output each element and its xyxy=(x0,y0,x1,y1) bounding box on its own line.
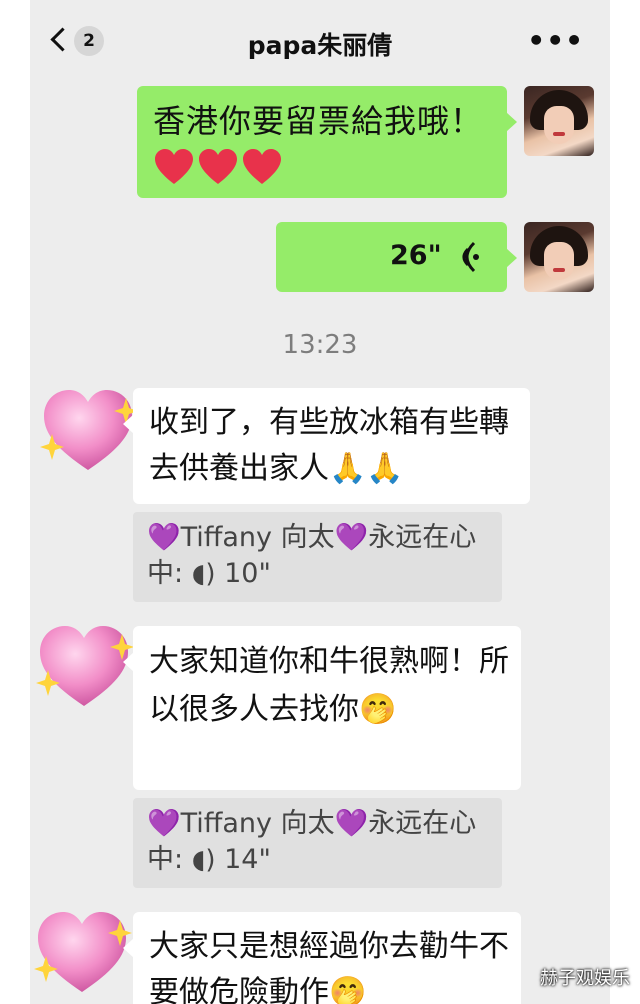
message-text: 大家知道你和牛很熟啊！所以很多人去找你🤭 xyxy=(149,644,509,727)
contact-avatar[interactable] xyxy=(32,904,132,1004)
heart-icon xyxy=(40,626,128,706)
my-avatar[interactable] xyxy=(524,86,594,156)
chat-screen: 2 papa朱丽倩 ••• 香港你要留票給我哦！ 26" 13:23 收到了，有… xyxy=(30,0,610,1004)
back-button[interactable]: 2 xyxy=(50,26,104,62)
purple-heart-icon: 💜 xyxy=(147,522,181,553)
contact-avatar[interactable] xyxy=(34,618,134,718)
incoming-message[interactable]: 大家知道你和牛很熟啊！所以很多人去找你🤭 xyxy=(123,626,521,790)
chevron-left-icon xyxy=(50,27,75,52)
timestamp: 13:23 xyxy=(282,330,358,360)
unread-count-badge: 2 xyxy=(74,26,104,56)
quote-sender-suffix: 永远在心 xyxy=(368,808,477,839)
voice-wave-icon: ◖) xyxy=(191,559,216,589)
red-heart-icon xyxy=(155,149,193,184)
quoted-message[interactable]: 💜Tiffany 向太💜永远在心 中: ◖) 14" xyxy=(133,798,502,888)
my-avatar[interactable] xyxy=(524,222,594,292)
quote-prefix: 中: xyxy=(147,558,192,589)
voice-wave-icon xyxy=(454,240,482,278)
quote-voice-duration: 10" xyxy=(224,558,271,589)
voice-duration: 26" xyxy=(390,240,442,271)
purple-heart-icon: 💜 xyxy=(147,808,181,839)
incoming-message[interactable]: 收到了，有些放冰箱有些轉去供養出家人🙏🙏 xyxy=(123,388,530,504)
watermark: 赫子观娱乐 xyxy=(540,968,630,989)
message-text: 大家只是想經過你去勸牛不要做危險動作🤭 xyxy=(149,929,509,1004)
message-text: 香港你要留票給我哦！ xyxy=(153,102,484,140)
quote-sender: Tiffany 向太 xyxy=(180,522,335,553)
heart-icon xyxy=(44,390,132,470)
heart-icon xyxy=(38,912,126,992)
voice-wave-icon: ◖) xyxy=(191,845,216,875)
chat-title: papa朱丽倩 xyxy=(247,31,393,60)
purple-heart-icon: 💜 xyxy=(334,808,369,839)
quote-sender-suffix: 永远在心 xyxy=(368,522,477,553)
quoted-message[interactable]: 💜Tiffany 向太💜永远在心 中: ◖) 10" xyxy=(133,512,502,602)
message-text: 收到了，有些放冰箱有些轉去供養出家人🙏🙏 xyxy=(149,405,509,486)
voice-message[interactable]: 26" xyxy=(276,222,517,292)
quote-sender: Tiffany 向太 xyxy=(180,808,335,839)
quote-voice-duration: 14" xyxy=(224,844,271,875)
hearts-emoji xyxy=(153,148,293,192)
quote-prefix: 中: xyxy=(147,844,192,875)
outgoing-message[interactable]: 香港你要留票給我哦！ xyxy=(137,86,517,198)
more-options-button[interactable]: ••• xyxy=(527,26,584,56)
incoming-message[interactable]: 大家只是想經過你去勸牛不要做危險動作🤭 xyxy=(123,912,521,1004)
chat-header: 2 papa朱丽倩 ••• xyxy=(30,0,610,78)
purple-heart-icon: 💜 xyxy=(334,522,369,553)
